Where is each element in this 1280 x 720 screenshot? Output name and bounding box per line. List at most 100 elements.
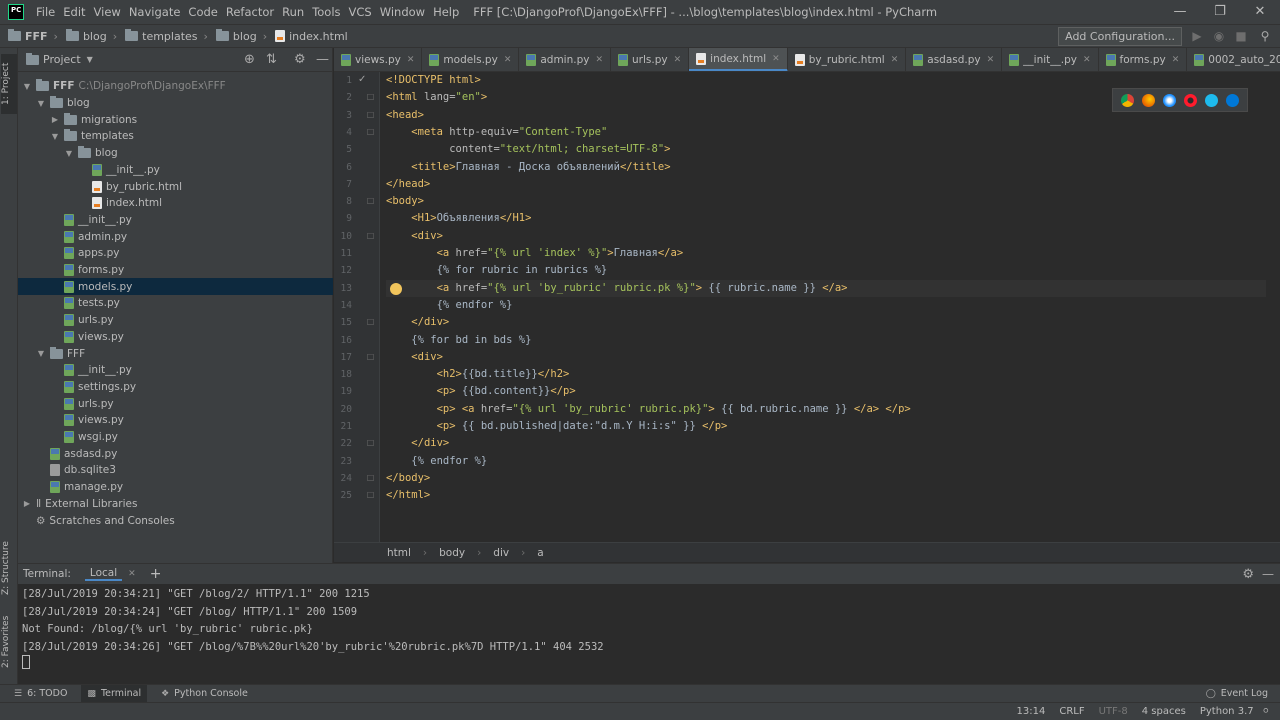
close-tab-icon[interactable]: ✕ <box>891 55 899 65</box>
menu-item-edit[interactable]: Edit <box>59 0 89 24</box>
expand-down-icon[interactable]: ▼ <box>22 82 32 91</box>
code-line[interactable]: </html> <box>386 487 430 504</box>
code-line[interactable]: content="text/html; charset=UTF-8"> <box>386 141 670 158</box>
project-panel-title[interactable]: Project <box>43 53 81 66</box>
debug-icon[interactable]: ◉ <box>1212 29 1226 43</box>
menu-item-tools[interactable]: Tools <box>308 0 344 24</box>
breadcrumb-item[interactable]: templates › <box>125 29 208 43</box>
tree-item[interactable]: ▶ Ⅱ External Libraries <box>18 496 333 513</box>
file-encoding[interactable]: UTF-8 <box>1099 706 1128 717</box>
stop-icon[interactable]: ■ <box>1234 29 1248 43</box>
caret-position[interactable]: 13:14 <box>1017 706 1046 717</box>
close-tab-icon[interactable]: ✕ <box>772 54 780 64</box>
editor-breadcrumb-item[interactable]: body <box>439 547 465 559</box>
add-terminal-icon[interactable]: + <box>150 566 162 582</box>
editor-breadcrumb-item[interactable]: a <box>537 547 543 559</box>
code-area[interactable]: <!DOCTYPE html> <html lang="en"> <head> <m… <box>386 72 1266 542</box>
code-line[interactable]: <a href="{% url 'index' %}">Главная</a> <box>386 245 684 262</box>
tree-item[interactable]: ▶ migrations <box>18 111 333 128</box>
editor-tab[interactable]: forms.py ✕ <box>1099 48 1188 71</box>
hide-icon[interactable]: — <box>1262 567 1274 581</box>
fold-marker-icon[interactable]: □ <box>366 438 375 447</box>
tree-item[interactable]: settings.py <box>18 379 333 396</box>
python-console-button[interactable]: ❖ Python Console <box>155 685 254 703</box>
breadcrumb-item[interactable]: blog › <box>215 29 267 43</box>
expand-down-icon[interactable]: ▼ <box>64 149 74 158</box>
minimize-icon[interactable]: — <box>1160 0 1200 24</box>
todo-tool-button[interactable]: ☰ 6: TODO <box>8 685 73 703</box>
code-line[interactable]: </head> <box>386 176 430 193</box>
code-line[interactable]: <a href="{% url 'by_rubric' rubric.pk %}… <box>386 279 1266 297</box>
close-icon[interactable]: ✕ <box>1240 0 1280 24</box>
tree-item[interactable]: models.py <box>18 278 333 296</box>
tree-item[interactable]: asdasd.py <box>18 445 333 462</box>
firefox-icon[interactable] <box>1142 93 1155 107</box>
breadcrumb-item[interactable]: index.html <box>275 30 348 43</box>
tree-item[interactable]: __init__.py <box>18 362 333 379</box>
editor-tab[interactable]: by_rubric.html ✕ <box>788 48 907 71</box>
add-configuration-button[interactable]: Add Configuration... <box>1058 27 1182 46</box>
code-line[interactable]: <div> <box>386 228 443 245</box>
tree-item[interactable]: views.py <box>18 412 333 429</box>
menu-item-window[interactable]: Window <box>376 0 429 24</box>
chevron-down-icon[interactable]: ▼ <box>87 55 93 64</box>
code-line[interactable]: <html lang="en"> <box>386 89 487 106</box>
code-line[interactable]: <H1>Объявления</H1> <box>386 210 531 227</box>
editor-breadcrumb-item[interactable]: div <box>493 547 509 559</box>
lock-icon[interactable]: ⚪ <box>1262 706 1270 717</box>
breadcrumb-item[interactable]: blog › <box>65 29 117 43</box>
editor-tab[interactable]: __init__.py ✕ <box>1002 48 1099 71</box>
menu-item-refactor[interactable]: Refactor <box>222 0 278 24</box>
menu-item-help[interactable]: Help <box>429 0 463 24</box>
terminal-output[interactable]: [28/Jul/2019 20:34:21] "GET /blog/2/ HTT… <box>18 584 1280 684</box>
structure-tool-tab[interactable]: Z: Structure <box>1 538 17 598</box>
code-line[interactable]: </div> <box>386 435 449 452</box>
expand-right-icon[interactable]: ▶ <box>22 499 32 508</box>
search-icon[interactable]: ⚲ <box>1258 29 1272 43</box>
collapse-icon[interactable]: ⇅ <box>266 52 277 67</box>
code-line[interactable]: <meta http-equiv="Content-Type" <box>386 124 607 141</box>
fold-marker-icon[interactable]: □ <box>366 490 375 499</box>
code-line[interactable]: <p> {{ bd.published|date:"d.m.Y H:i:s" }… <box>386 418 728 435</box>
code-line[interactable]: <!DOCTYPE html> <box>386 72 481 89</box>
chrome-icon[interactable] <box>1121 93 1134 107</box>
tree-item[interactable]: urls.py <box>18 395 333 412</box>
editor-tab[interactable]: 0002_auto_20190727_1458.py✕ <box>1187 48 1280 71</box>
tree-item[interactable]: ▼ FFF <box>18 345 333 362</box>
gear-icon[interactable]: ⚙ <box>1242 567 1254 582</box>
expand-down-icon[interactable]: ▼ <box>50 132 60 141</box>
tree-item[interactable]: admin.py <box>18 228 333 245</box>
python-interpreter[interactable]: Python 3.7 <box>1200 706 1254 717</box>
close-tab-icon[interactable]: ✕ <box>1083 55 1091 65</box>
tree-item[interactable]: ▼ FFF C:\DjangoProf\DjangoEx\FFF <box>18 78 333 95</box>
close-tab-icon[interactable]: ✕ <box>987 55 995 65</box>
code-editor[interactable]: 1 2 □ 3 □ 4 □ 5 6 7 8 □ 9 10 □ 11 12 13 14 15 □ 16 17 □ 18 19 20 21… <box>334 72 1280 542</box>
code-line[interactable]: <div> <box>386 349 443 366</box>
line-separator[interactable]: CRLF <box>1059 706 1084 717</box>
fold-marker-icon[interactable]: □ <box>366 352 375 361</box>
menu-item-run[interactable]: Run <box>278 0 308 24</box>
fold-marker-icon[interactable]: □ <box>366 110 375 119</box>
editor-tab[interactable]: models.py ✕ <box>422 48 520 71</box>
breadcrumb-item[interactable]: FFF › <box>8 29 58 43</box>
fold-marker-icon[interactable]: □ <box>366 127 375 136</box>
close-tab-icon[interactable]: ✕ <box>407 55 415 65</box>
code-line[interactable]: {% for rubric in rubrics %} <box>386 262 608 279</box>
run-icon[interactable]: ▶ <box>1190 29 1204 43</box>
editor-tab[interactable]: asdasd.py ✕ <box>906 48 1003 71</box>
editor-tab[interactable]: index.html ✕ <box>689 48 788 71</box>
expand-right-icon[interactable]: ▶ <box>50 115 60 124</box>
hide-icon[interactable]: — <box>316 52 329 67</box>
menu-item-code[interactable]: Code <box>184 0 221 24</box>
fold-marker-icon[interactable]: □ <box>366 317 375 326</box>
menu-item-file[interactable]: File <box>32 0 59 24</box>
code-line[interactable]: <p> {{bd.content}}</p> <box>386 383 576 400</box>
tree-item[interactable]: ⚙ Scratches and Consoles <box>18 512 333 529</box>
tree-item[interactable]: manage.py <box>18 479 333 496</box>
favorites-tool-tab[interactable]: 2: Favorites <box>1 613 17 671</box>
project-tool-tab[interactable]: 1: Project <box>1 54 17 114</box>
code-line[interactable]: {% for bd in bds %} <box>386 332 531 349</box>
tree-item[interactable]: by_rubric.html <box>18 178 333 195</box>
tree-item[interactable]: tests.py <box>18 295 333 312</box>
menu-item-vcs[interactable]: VCS <box>345 0 376 24</box>
